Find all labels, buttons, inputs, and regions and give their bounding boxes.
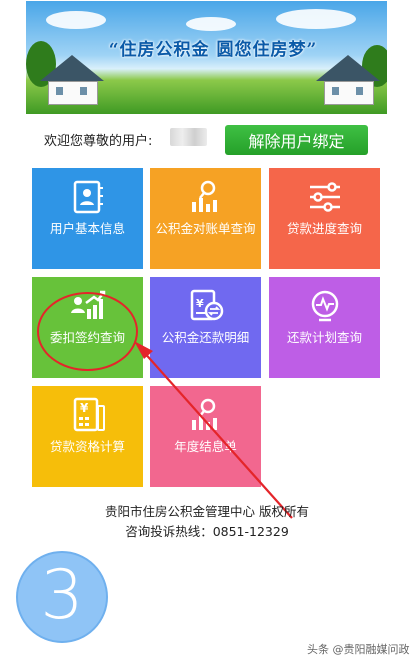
hotline-text: 咨询投诉热线：0851-12329: [125, 524, 289, 539]
sliders-icon: [310, 182, 340, 212]
user-card-icon: [73, 180, 103, 214]
tile-label: 公积金还款明细: [161, 330, 250, 345]
tile-annual-interest-statement[interactable]: 年度结息单: [150, 386, 261, 487]
tile-statement-query[interactable]: 公积金对账单查询: [150, 168, 261, 269]
step-number-badge: 3: [16, 551, 108, 643]
tile-label: 公积金对账单查询: [155, 221, 256, 236]
banner-slogan: “住房公积金 圆您住房梦”: [108, 40, 318, 60]
tile-label: 年度结息单: [174, 439, 237, 454]
banner-image: “住房公积金 圆您住房梦”: [26, 1, 387, 114]
svg-text:¥: ¥: [196, 297, 204, 310]
tile-repayment-detail[interactable]: ¥ 公积金还款明细: [150, 277, 261, 378]
chart-search-icon: [192, 398, 217, 430]
exchange-doc-icon: ¥: [190, 289, 224, 321]
tile-loan-eligibility-calc[interactable]: ¥ 贷款资格计算: [32, 386, 143, 487]
tile-loan-progress[interactable]: 贷款进度查询: [269, 168, 380, 269]
tile-repayment-plan-query[interactable]: 还款计划查询: [269, 277, 380, 378]
tile-label: 用户基本信息: [49, 221, 125, 236]
copyright-text: 贵阳市住房公积金管理中心 版权所有: [105, 504, 309, 519]
highlight-circle: [37, 292, 138, 371]
chart-search-icon: [192, 180, 217, 212]
masked-username: [170, 128, 207, 146]
calculator-icon: ¥: [73, 397, 105, 432]
watermark-text: 头条 @贵阳融媒问政: [307, 643, 410, 656]
svg-text:¥: ¥: [80, 401, 89, 415]
tile-user-basic-info[interactable]: 用户基本信息: [32, 168, 143, 269]
tile-label: 贷款资格计算: [49, 439, 125, 454]
tile-label: 还款计划查询: [286, 330, 362, 345]
welcome-label: 欢迎您尊敬的用户:: [44, 134, 153, 149]
unbind-user-button[interactable]: 解除用户绑定: [225, 125, 368, 155]
pulse-monitor-icon: [311, 290, 339, 322]
tile-label: 贷款进度查询: [286, 221, 362, 236]
